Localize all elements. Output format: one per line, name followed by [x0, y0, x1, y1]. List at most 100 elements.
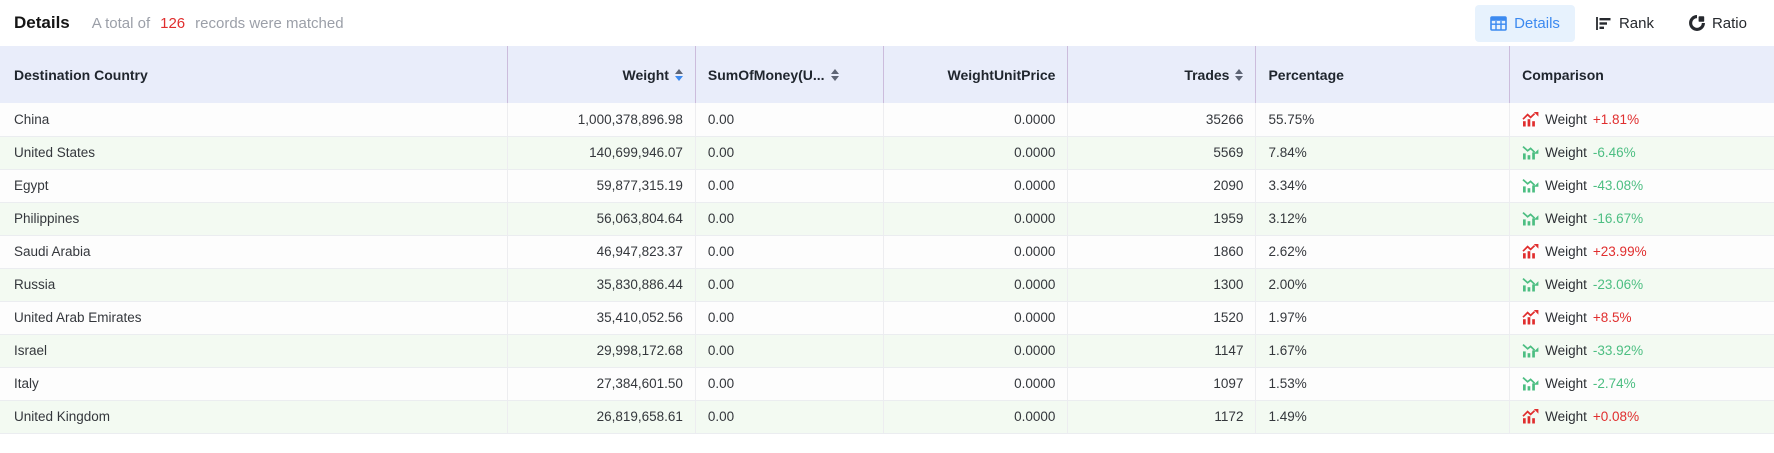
cell-comparison: Weight+8.5% — [1510, 301, 1774, 334]
comparison-metric: Weight — [1545, 145, 1587, 160]
column-header-country: Destination Country — [0, 46, 507, 103]
chart-down-icon — [1522, 277, 1539, 292]
cell-trades: 2090 — [1068, 169, 1256, 202]
cell-country: United Arab Emirates — [0, 301, 507, 334]
table-row: Israel29,998,172.680.000.000011471.67%We… — [0, 334, 1774, 367]
comparison-indicator: Weight -16.67% — [1522, 211, 1762, 226]
comparison-indicator: Weight-2.74% — [1522, 376, 1762, 391]
column-label: Destination Country — [14, 67, 148, 83]
cell-sum_of_money: 0.00 — [695, 334, 883, 367]
view-button-rank[interactable]: Rank — [1580, 5, 1669, 42]
comparison-change: -6.46% — [1593, 145, 1636, 160]
cell-country: Israel — [0, 334, 507, 367]
cell-percentage: 2.00% — [1256, 268, 1510, 301]
comparison-indicator: Weight-33.92% — [1522, 343, 1762, 358]
comparison-metric: Weight — [1545, 211, 1587, 226]
table-row: China1,000,378,896.980.000.00003526655.7… — [0, 103, 1774, 136]
cell-weight: 140,699,946.07 — [507, 136, 695, 169]
cell-trades: 1300 — [1068, 268, 1256, 301]
cell-percentage: 1.49% — [1256, 400, 1510, 433]
cell-percentage: 3.34% — [1256, 169, 1510, 202]
result-summary: Details A total of126records were matche… — [14, 13, 344, 33]
cell-sum_of_money: 0.00 — [695, 400, 883, 433]
cell-weight_unit_price: 0.0000 — [883, 367, 1067, 400]
comparison-indicator: Weight-23.06% — [1522, 277, 1762, 292]
cell-weight: 1,000,378,896.98 — [507, 103, 695, 136]
cell-percentage: 55.75% — [1256, 103, 1510, 136]
chart-down-icon — [1522, 178, 1539, 193]
cell-trades: 1520 — [1068, 301, 1256, 334]
view-button-ratio[interactable]: Ratio — [1674, 5, 1762, 42]
table-row: United Kingdom26,819,658.610.000.0000117… — [0, 400, 1774, 433]
cell-weight: 27,384,601.50 — [507, 367, 695, 400]
records-summary: A total of126records were matched — [92, 15, 344, 32]
sort-carets-icon[interactable] — [675, 69, 683, 82]
cell-comparison: Weight-33.92% — [1510, 334, 1774, 367]
comparison-change: -33.92% — [1593, 343, 1643, 358]
comparison-metric: Weight — [1545, 112, 1587, 127]
column-label: Comparison — [1522, 67, 1604, 83]
column-label: Weight — [623, 67, 669, 83]
column-label: WeightUnitPrice — [948, 67, 1056, 83]
comparison-metric: Weight — [1545, 376, 1587, 391]
cell-weight_unit_price: 0.0000 — [883, 136, 1067, 169]
column-label: SumOfMoney(U... — [708, 67, 825, 83]
chart-down-icon — [1522, 343, 1539, 358]
cell-weight_unit_price: 0.0000 — [883, 202, 1067, 235]
column-header-trades[interactable]: Trades — [1068, 46, 1256, 103]
cell-sum_of_money: 0.00 — [695, 136, 883, 169]
table-row: Egypt59,877,315.190.000.000020903.34%Wei… — [0, 169, 1774, 202]
view-button-details[interactable]: Details — [1475, 5, 1575, 42]
table-row: United States140,699,946.070.000.0000556… — [0, 136, 1774, 169]
table-header-row: Destination Country Weight SumOfMoney(U...… — [0, 46, 1774, 103]
table-grid-icon — [1490, 16, 1507, 31]
cell-weight: 29,998,172.68 — [507, 334, 695, 367]
cell-weight: 35,410,052.56 — [507, 301, 695, 334]
comparison-change: -16.67% — [1593, 211, 1643, 226]
cell-comparison: Weight -16.67% — [1510, 202, 1774, 235]
cell-sum_of_money: 0.00 — [695, 202, 883, 235]
cell-trades: 35266 — [1068, 103, 1256, 136]
cell-weight: 46,947,823.37 — [507, 235, 695, 268]
column-header-weight[interactable]: Weight — [507, 46, 695, 103]
cell-trades: 1172 — [1068, 400, 1256, 433]
cell-percentage: 1.97% — [1256, 301, 1510, 334]
cell-country: Philippines — [0, 202, 507, 235]
cell-weight_unit_price: 0.0000 — [883, 103, 1067, 136]
cell-weight: 35,830,886.44 — [507, 268, 695, 301]
column-header-percentage: Percentage — [1256, 46, 1510, 103]
column-header-sum_of_money[interactable]: SumOfMoney(U... — [695, 46, 883, 103]
cell-weight: 56,063,804.64 — [507, 202, 695, 235]
chart-down-icon — [1522, 211, 1539, 226]
cell-trades: 1147 — [1068, 334, 1256, 367]
view-switch: Details Rank Ratio — [1475, 5, 1762, 42]
comparison-indicator: Weight-43.08% — [1522, 178, 1762, 193]
summary-prefix: A total of — [92, 15, 150, 32]
cell-country: Saudi Arabia — [0, 235, 507, 268]
cell-country: Russia — [0, 268, 507, 301]
cell-weight: 59,877,315.19 — [507, 169, 695, 202]
sort-carets-icon[interactable] — [1235, 69, 1243, 82]
ratio-donut-icon — [1689, 15, 1705, 31]
cell-percentage: 1.53% — [1256, 367, 1510, 400]
cell-weight_unit_price: 0.0000 — [883, 169, 1067, 202]
cell-weight_unit_price: 0.0000 — [883, 301, 1067, 334]
cell-sum_of_money: 0.00 — [695, 301, 883, 334]
cell-weight_unit_price: 0.0000 — [883, 334, 1067, 367]
comparison-indicator: Weight -6.46% — [1522, 145, 1762, 160]
cell-country: Egypt — [0, 169, 507, 202]
view-button-label: Rank — [1619, 15, 1654, 32]
comparison-change: -23.06% — [1593, 277, 1643, 292]
rank-bars-icon — [1595, 16, 1612, 31]
cell-comparison: Weight+0.08% — [1510, 400, 1774, 433]
sort-carets-icon[interactable] — [831, 69, 839, 82]
cell-weight_unit_price: 0.0000 — [883, 400, 1067, 433]
comparison-indicator: Weight+23.99% — [1522, 244, 1762, 259]
cell-trades: 5569 — [1068, 136, 1256, 169]
cell-weight_unit_price: 0.0000 — [883, 235, 1067, 268]
cell-trades: 1959 — [1068, 202, 1256, 235]
cell-comparison: Weight-2.74% — [1510, 367, 1774, 400]
cell-trades: 1860 — [1068, 235, 1256, 268]
cell-trades: 1097 — [1068, 367, 1256, 400]
cell-comparison: Weight+1.81% — [1510, 103, 1774, 136]
